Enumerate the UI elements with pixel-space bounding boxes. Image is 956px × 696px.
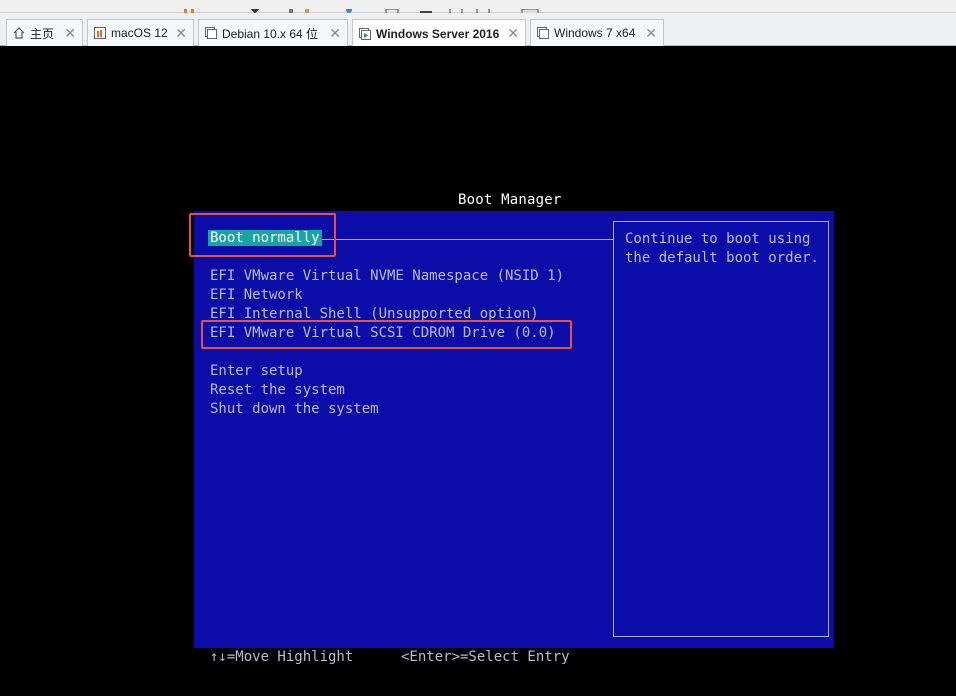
close-icon[interactable]: ✕ bbox=[645, 25, 657, 42]
tab-label: Debian 10.x 64 位 bbox=[222, 26, 319, 41]
close-icon[interactable]: ✕ bbox=[329, 25, 341, 42]
tab-label: 主页 bbox=[30, 26, 55, 41]
tab-label: Windows 7 x64 bbox=[554, 26, 636, 40]
tab-bar: 主页 ✕ macOS 12 ✕ Debian 10.x 64 位 ✕ Windo… bbox=[0, 13, 956, 47]
close-icon[interactable]: ✕ bbox=[64, 25, 76, 42]
action-enter-setup[interactable]: Enter setup bbox=[210, 363, 303, 379]
toolbar-icon-view-1[interactable] bbox=[385, 0, 399, 15]
vm-icon bbox=[205, 27, 217, 39]
close-icon[interactable]: ✕ bbox=[175, 25, 187, 42]
tab-macos[interactable]: macOS 12 ✕ bbox=[87, 19, 194, 46]
option-description: Continue to boot using the default boot … bbox=[625, 231, 819, 266]
tab-windows-server-2016[interactable]: Windows Server 2016 ✕ bbox=[352, 19, 526, 47]
toolbar-icon-view-3[interactable] bbox=[449, 0, 463, 15]
toolbar-icon-view-5[interactable] bbox=[521, 0, 539, 15]
vm-icon bbox=[359, 27, 371, 40]
footer-move-highlight: ↑↓=Move Highlight bbox=[210, 649, 354, 665]
toolbar-icon-orange[interactable] bbox=[183, 0, 197, 14]
annotation-box-cdrom bbox=[201, 320, 572, 349]
toolbar-icon-view-2[interactable] bbox=[419, 0, 433, 13]
close-icon[interactable]: ✕ bbox=[507, 25, 519, 42]
annotation-box-boot-normally bbox=[189, 213, 336, 257]
tab-home[interactable]: 主页 ✕ bbox=[6, 19, 83, 46]
toolbar-icon-blue[interactable] bbox=[344, 0, 354, 13]
home-icon bbox=[13, 27, 25, 39]
tab-label: macOS 12 bbox=[111, 26, 168, 40]
action-shut-down[interactable]: Shut down the system bbox=[210, 401, 379, 417]
boot-option-network[interactable]: EFI Network bbox=[210, 287, 303, 303]
toolbar-icon-revert[interactable] bbox=[287, 0, 317, 13]
divider-line bbox=[318, 239, 614, 240]
vm-icon bbox=[94, 27, 106, 39]
toolbar-icon-snapshot[interactable] bbox=[250, 0, 260, 14]
tab-debian[interactable]: Debian 10.x 64 位 ✕ bbox=[198, 19, 348, 46]
footer-select-entry: <Enter>=Select Entry bbox=[401, 649, 570, 665]
vm-icon bbox=[537, 27, 549, 39]
description-box bbox=[613, 221, 829, 637]
tab-windows-7[interactable]: Windows 7 x64 ✕ bbox=[530, 19, 664, 46]
tab-label: Windows Server 2016 bbox=[376, 26, 500, 41]
toolbar bbox=[0, 0, 956, 15]
boot-option-nvme[interactable]: EFI VMware Virtual NVME Namespace (NSID … bbox=[210, 268, 564, 284]
toolbar-icon-view-4[interactable] bbox=[476, 0, 490, 15]
boot-manager-title: Boot Manager bbox=[458, 192, 562, 208]
action-reset-system[interactable]: Reset the system bbox=[210, 382, 345, 398]
